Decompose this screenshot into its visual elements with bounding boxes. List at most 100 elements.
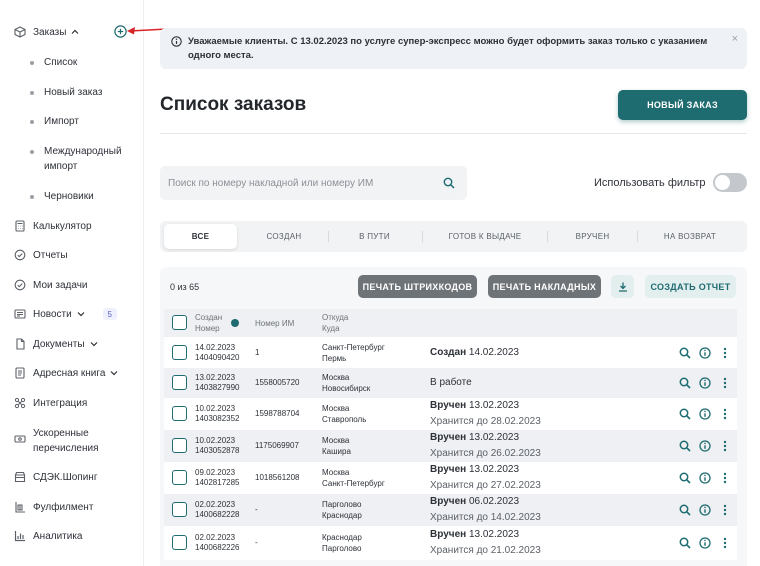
sidebar-item-fulfillment[interactable]: Фулфилмент	[14, 501, 93, 513]
sidebar-item-analytics[interactable]: Аналитика	[14, 530, 83, 542]
row-number[interactable]: 1400682226	[195, 543, 240, 553]
row-im-number: 1	[255, 347, 260, 357]
search-icon[interactable]	[679, 377, 691, 389]
row-number[interactable]: 1404090420	[195, 353, 240, 363]
info-icon[interactable]	[699, 408, 711, 420]
table-row[interactable]: 14.02.2023 1404090420 1 Санкт-Петербург Перм…	[164, 337, 737, 368]
row-number[interactable]: 1403052878	[195, 446, 240, 456]
row-date: 02.02.2023	[195, 533, 236, 542]
sidebar-item-reports[interactable]: Отчеты	[14, 249, 68, 261]
table-row[interactable]: 10.02.2023 1403082352 1598788704 Москва Став…	[164, 398, 737, 430]
row-storage-until: Хранится до 27.02.2023	[430, 480, 541, 491]
row-im-number: 1018561208	[255, 473, 300, 482]
more-vertical-icon[interactable]	[719, 377, 731, 389]
sidebar-item-documents[interactable]: Документы	[14, 338, 98, 350]
more-vertical-icon[interactable]	[719, 440, 731, 452]
info-icon[interactable]	[699, 346, 711, 359]
print-barcodes-button[interactable]: ПЕЧАТЬ ШТРИХКОДОВ	[358, 275, 477, 298]
more-vertical-icon[interactable]	[719, 347, 731, 359]
filter-toggle[interactable]	[713, 173, 747, 192]
table-row[interactable]: 09.02.2023 1402817285 1018561208 Москва Санк…	[164, 462, 737, 494]
column-created[interactable]: Создан	[195, 312, 222, 323]
sidebar-item-tasks[interactable]: Мои задачи	[14, 279, 88, 291]
sidebar-subitem-new-order[interactable]: Новый заказ	[30, 85, 102, 100]
row-im-number: 1598788704	[255, 409, 300, 418]
search-icon[interactable]	[679, 347, 691, 359]
row-to: Санкт-Петербург	[322, 479, 385, 488]
row-checkbox[interactable]	[172, 375, 187, 390]
row-checkbox[interactable]	[172, 438, 187, 453]
row-checkbox[interactable]	[172, 535, 187, 550]
info-icon	[171, 36, 182, 47]
sidebar-subitem-drafts[interactable]: Черновики	[30, 189, 94, 204]
row-status-date: 13.02.2023	[468, 529, 520, 540]
table-row[interactable]: 02.02.2023 1400682226 - Краснодар Парголово В…	[164, 526, 737, 560]
print-waybills-button[interactable]: ПЕЧАТЬ НАКЛАДНЫХ	[488, 275, 601, 298]
chevron-up-icon[interactable]	[71, 28, 79, 36]
sidebar-subitem-list[interactable]: Список	[30, 55, 77, 70]
toggle-knob	[715, 175, 730, 190]
create-report-button[interactable]: СОЗДАТЬ ОТЧЕТ	[645, 275, 736, 298]
search-icon[interactable]	[679, 440, 691, 452]
row-checkbox[interactable]	[172, 344, 187, 360]
sidebar-item-integration[interactable]: Интеграция	[14, 397, 87, 409]
sidebar-subitem-intl-import[interactable]: Международный импорт	[30, 144, 130, 174]
search-icon[interactable]	[679, 504, 691, 516]
info-icon[interactable]	[699, 504, 711, 516]
tab-in-transit[interactable]: В ПУТИ	[332, 224, 417, 249]
newspaper-icon	[14, 308, 26, 320]
info-icon[interactable]	[699, 440, 711, 452]
table-row[interactable]: 13.02.2023 1403827990 1558005720 Москва Ново…	[164, 368, 737, 398]
sidebar-item-fast-transfers[interactable]: Ускоренные перечисления	[14, 426, 113, 456]
search-icon[interactable]	[679, 472, 691, 484]
sidebar-item-shopping[interactable]: СДЭК.Шопинг	[14, 471, 97, 483]
search-icon[interactable]	[679, 537, 691, 549]
row-status: Вручен 13.02.2023 Хранится до 21.02.2023	[430, 527, 541, 559]
sidebar-item-news[interactable]: Новости 5	[14, 308, 117, 320]
info-icon[interactable]	[699, 537, 711, 549]
row-checkbox[interactable]	[172, 406, 187, 421]
search-icon[interactable]	[679, 408, 691, 420]
row-number[interactable]: 1400682228	[195, 510, 240, 520]
row-checkbox[interactable]	[172, 470, 187, 485]
download-button[interactable]	[611, 275, 634, 298]
new-order-button[interactable]: НОВЫЙ ЗАКАЗ	[618, 90, 747, 120]
column-number[interactable]: Номер	[195, 323, 220, 334]
row-storage-until: Хранится до 26.02.2023	[430, 448, 541, 459]
sidebar-item-label: Заказы	[33, 26, 67, 38]
table-header	[164, 309, 737, 337]
row-from: Москва	[322, 468, 350, 477]
info-icon[interactable]	[699, 472, 711, 484]
tab-created[interactable]: СОЗДАН	[244, 224, 324, 249]
tab-return[interactable]: НА ВОЗВРАТ	[640, 224, 740, 249]
sort-icon[interactable]	[231, 319, 239, 327]
sidebar-item-calculator[interactable]: Калькулятор	[14, 220, 92, 232]
more-vertical-icon[interactable]	[719, 472, 731, 484]
row-number[interactable]: 1403082352	[195, 414, 240, 424]
row-number[interactable]: 1402817285	[195, 478, 240, 488]
check-circle-icon	[14, 279, 26, 291]
tab-separator	[328, 231, 329, 242]
row-status: В работе	[430, 375, 472, 391]
table-row[interactable]: 10.02.2023 1403052878 1175069907 Москва Каши…	[164, 430, 737, 462]
sidebar-item-orders[interactable]: Заказы	[14, 26, 79, 38]
close-icon[interactable]: ×	[732, 33, 738, 45]
row-number[interactable]: 1403827990	[195, 383, 240, 393]
more-vertical-icon[interactable]	[719, 504, 731, 516]
tab-ready[interactable]: ГОТОВ К ВЫДАЧЕ	[426, 224, 544, 249]
search-input[interactable]	[168, 175, 438, 191]
info-icon[interactable]	[699, 377, 711, 389]
tab-delivered[interactable]: ВРУЧЕН	[550, 224, 635, 249]
table-row[interactable]: 02.02.2023 1400682228 - Парголово Краснодар В…	[164, 494, 737, 526]
sidebar-item-address-book[interactable]: Адресная книга	[14, 367, 118, 379]
row-checkbox[interactable]	[172, 502, 187, 517]
sidebar-subitem-import[interactable]: Импорт	[30, 114, 79, 129]
row-status-label: Создан	[430, 346, 467, 358]
select-all-checkbox[interactable]	[172, 315, 187, 330]
more-vertical-icon[interactable]	[719, 537, 731, 549]
tab-all[interactable]: ВСЕ	[164, 224, 237, 249]
row-im-number: -	[255, 538, 258, 547]
more-vertical-icon[interactable]	[719, 408, 731, 420]
news-badge: 5	[102, 308, 117, 320]
search-icon[interactable]	[443, 177, 455, 189]
